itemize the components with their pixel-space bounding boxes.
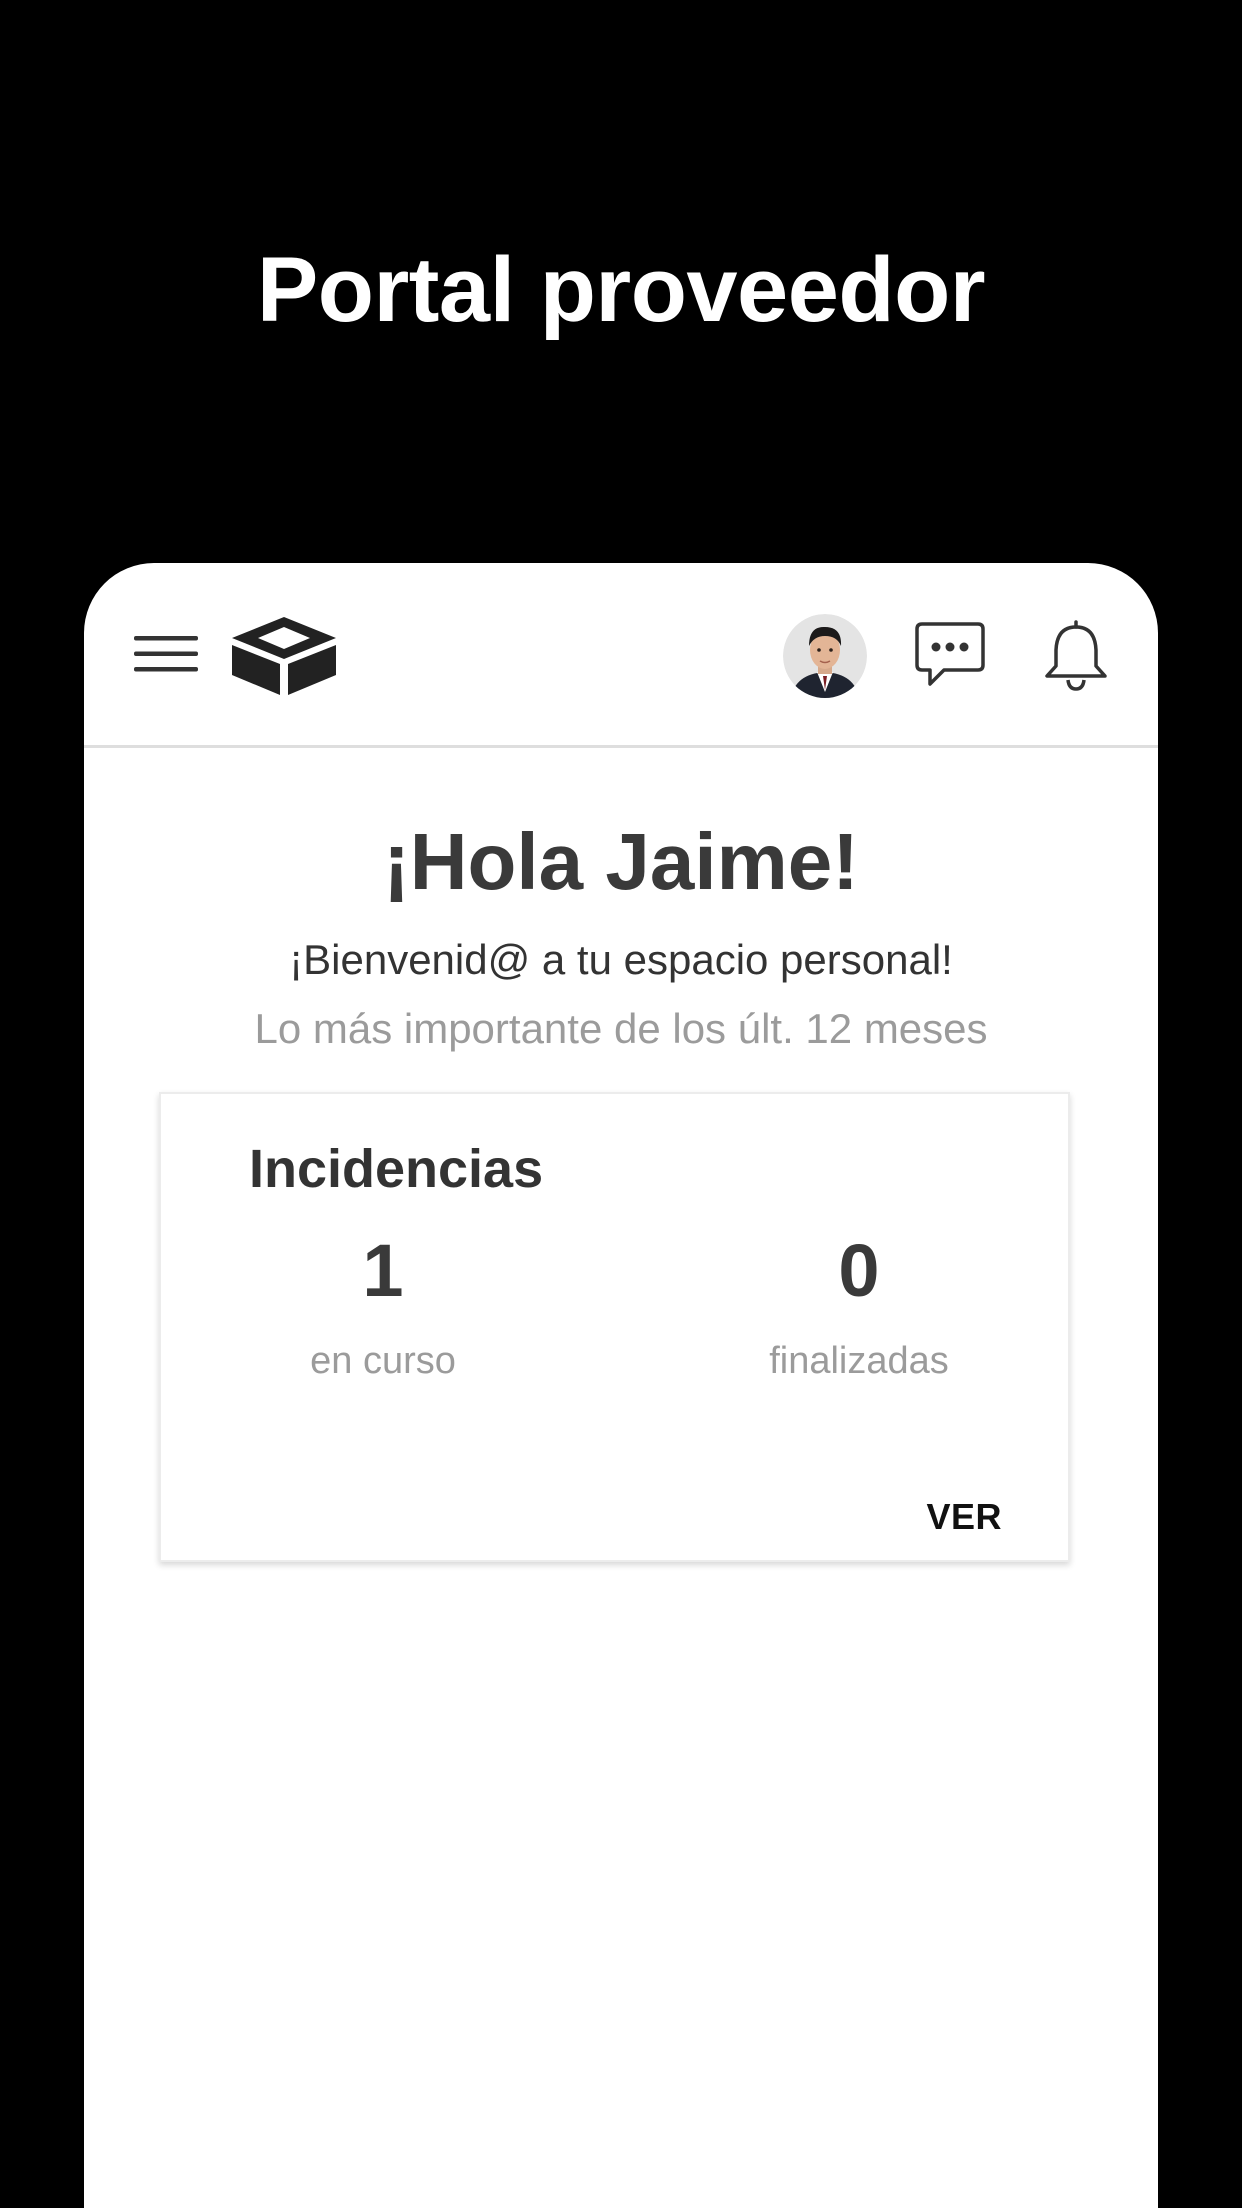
- finished-count: 0: [838, 1229, 880, 1312]
- avatar[interactable]: [783, 614, 867, 698]
- finished-stat: 0 finalizadas: [689, 1234, 1029, 1383]
- app-bar: [84, 563, 1158, 748]
- in-progress-stat: 1 en curso: [213, 1234, 553, 1383]
- finished-label: finalizadas: [769, 1340, 949, 1382]
- screen: Portal proveedor ¡Hola Jaime! ¡Bienvenid…: [0, 0, 1242, 2208]
- box-logo-icon: [232, 617, 336, 695]
- in-progress-count: 1: [362, 1229, 404, 1312]
- hamburger-menu-icon[interactable]: [134, 634, 198, 674]
- chat-bubble-icon[interactable]: [914, 621, 986, 689]
- card-title: Incidencias: [249, 1139, 544, 1199]
- in-progress-label: en curso: [310, 1340, 456, 1382]
- greeting-title: ¡Hola Jaime!: [383, 817, 859, 906]
- welcome-text: ¡Bienvenid@ a tu espacio personal!: [289, 936, 953, 983]
- incidencias-card: Incidencias 1 en curso 0 finalizadas VER: [159, 1092, 1070, 1562]
- promo-title: Portal proveedor: [256, 239, 986, 341]
- phone-frame: ¡Hola Jaime! ¡Bienvenid@ a tu espacio pe…: [84, 563, 1158, 2208]
- period-subtitle: Lo más importante de los últ. 12 meses: [254, 1005, 988, 1052]
- ver-button[interactable]: VER: [926, 1496, 1002, 1538]
- bell-icon[interactable]: [1043, 618, 1109, 692]
